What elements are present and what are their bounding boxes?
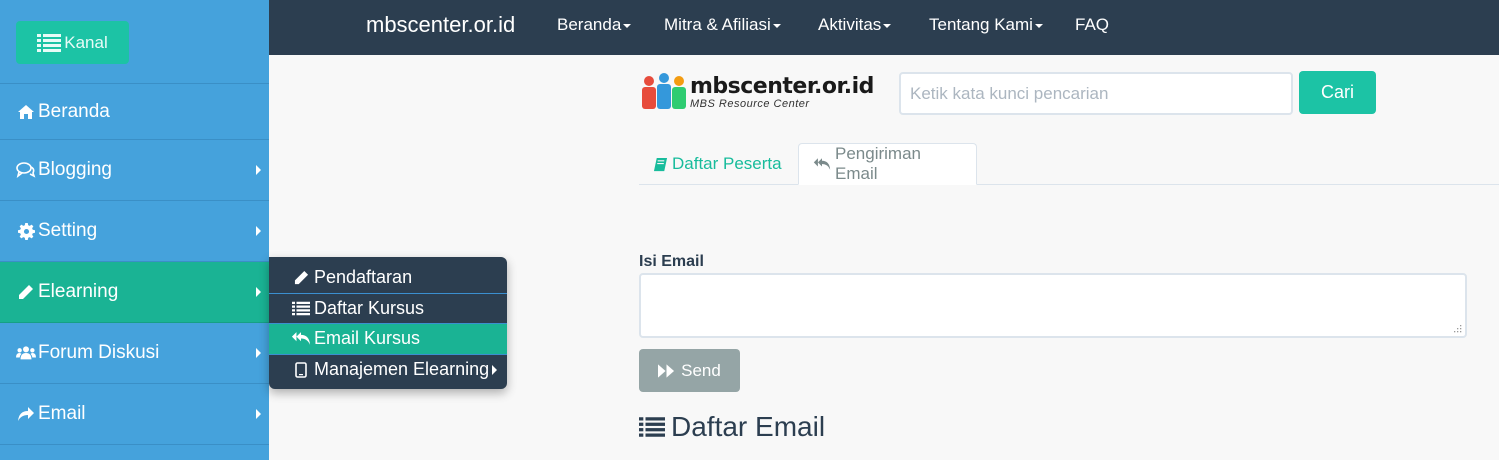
- top-navbar: mbscenter.or.id Beranda Mitra & Afiliasi…: [269, 0, 1499, 55]
- submenu-item-manajemen-elearning[interactable]: Manajemen Elearning: [269, 355, 507, 386]
- sidebar-item-elearning[interactable]: Elearning: [0, 262, 269, 323]
- sidebar-item-label: Email: [38, 403, 86, 424]
- nav-item-label: Aktivitas: [818, 15, 882, 34]
- caret-right-icon: [256, 287, 261, 297]
- sidebar: Kanal Beranda Blogging Setting Elearning: [0, 0, 269, 460]
- sidebar-item-label: Elearning: [38, 281, 119, 302]
- sidebar-item-label: Beranda: [38, 100, 110, 122]
- submenu-item-label: Daftar Kursus: [314, 297, 425, 318]
- brand-link[interactable]: mbscenter.or.id: [366, 12, 515, 38]
- tab-label: Daftar Peserta: [672, 154, 782, 173]
- daftar-email-title: Daftar Email: [671, 411, 826, 442]
- sidebar-item-blogging[interactable]: Blogging: [0, 140, 269, 201]
- sidebar-item-beranda[interactable]: Beranda: [0, 84, 269, 140]
- nav-item-aktivitas[interactable]: Aktivitas: [818, 15, 892, 35]
- caret-right-icon: [256, 226, 261, 236]
- submenu-item-label: Email Kursus: [314, 328, 421, 349]
- list-icon: [639, 417, 665, 437]
- sidebar-item-forum-diskusi[interactable]: Forum Diskusi: [0, 323, 269, 384]
- caret-down-icon: [623, 24, 632, 28]
- reply-all-icon: [813, 157, 831, 171]
- gear-icon: [16, 222, 36, 240]
- tablet-icon: [291, 361, 311, 378]
- nav-item-beranda[interactable]: Beranda: [557, 15, 632, 35]
- book-icon: [653, 157, 668, 172]
- sidebar-item-label: Setting: [38, 220, 98, 241]
- submenu-item-daftar-kursus[interactable]: Daftar Kursus: [269, 294, 507, 324]
- nav-item-faq[interactable]: FAQ: [1075, 15, 1109, 35]
- pencil-icon: [16, 284, 36, 300]
- logo-text: mbscenter.or.id: [690, 74, 874, 99]
- nav-item-tentang-kami[interactable]: Tentang Kami: [929, 15, 1043, 35]
- forward-icon: [658, 363, 675, 378]
- submenu-item-pendaftaran[interactable]: Pendaftaran: [269, 263, 507, 294]
- resize-grip-icon[interactable]: [1452, 323, 1462, 333]
- caret-down-icon: [1034, 24, 1043, 28]
- nav-item-label: FAQ: [1075, 15, 1110, 34]
- caret-right-icon: [256, 165, 261, 175]
- search-button[interactable]: Cari: [1299, 71, 1376, 114]
- nav-item-mitra-afiliasi[interactable]: Mitra & Afiliasi: [664, 15, 781, 35]
- tab-pengiriman-email[interactable]: Pengiriman Email: [798, 143, 977, 185]
- kanal-label: Kanal: [64, 32, 108, 52]
- caret-right-icon: [492, 364, 497, 375]
- send-button[interactable]: Send: [639, 349, 740, 392]
- sidebar-item-email[interactable]: Email: [0, 384, 269, 445]
- sidebar-item-setting[interactable]: Setting: [0, 201, 269, 262]
- caret-down-icon: [883, 24, 892, 28]
- list-icon: [291, 301, 311, 316]
- send-label: Send: [681, 360, 721, 380]
- comments-icon: [16, 162, 36, 178]
- sidebar-item-label: Forum Diskusi: [38, 342, 160, 363]
- site-logo[interactable]: mbscenter.or.id MBS Resource Center: [640, 72, 875, 112]
- kanal-button[interactable]: Kanal: [16, 21, 129, 64]
- nav-item-label: Mitra & Afiliasi: [664, 15, 771, 34]
- daftar-email-heading: Daftar Email: [639, 411, 825, 443]
- isi-email-textarea[interactable]: [639, 273, 1467, 338]
- people-logo-icon: [642, 73, 686, 109]
- reply-all-icon: [291, 331, 311, 346]
- caret-down-icon: [772, 24, 781, 28]
- tab-label: Pengiriman Email: [835, 144, 921, 183]
- submenu-item-email-kursus[interactable]: Email Kursus: [269, 324, 507, 355]
- tab-daftar-peserta[interactable]: Daftar Peserta: [639, 143, 796, 185]
- sidebar-item-label: Blogging: [38, 159, 112, 180]
- submenu-item-label: Manajemen Elearning: [314, 359, 490, 380]
- logo-subtext: MBS Resource Center: [690, 98, 810, 110]
- users-icon: [16, 345, 36, 361]
- pencil-icon: [291, 270, 311, 285]
- nav-item-label: Tentang Kami: [929, 15, 1033, 34]
- caret-right-icon: [256, 409, 261, 419]
- search-input[interactable]: [899, 72, 1293, 115]
- nav-item-label: Beranda: [557, 15, 622, 34]
- share-icon: [16, 406, 36, 422]
- submenu-item-label: Pendaftaran: [314, 267, 413, 288]
- sidebar-header: Kanal: [0, 0, 269, 84]
- isi-email-label: Isi Email: [639, 253, 704, 270]
- caret-right-icon: [256, 348, 261, 358]
- elearning-submenu: Pendaftaran Daftar Kursus Email Kursus M…: [269, 257, 507, 389]
- home-icon: [16, 104, 36, 120]
- list-icon: [37, 33, 62, 52]
